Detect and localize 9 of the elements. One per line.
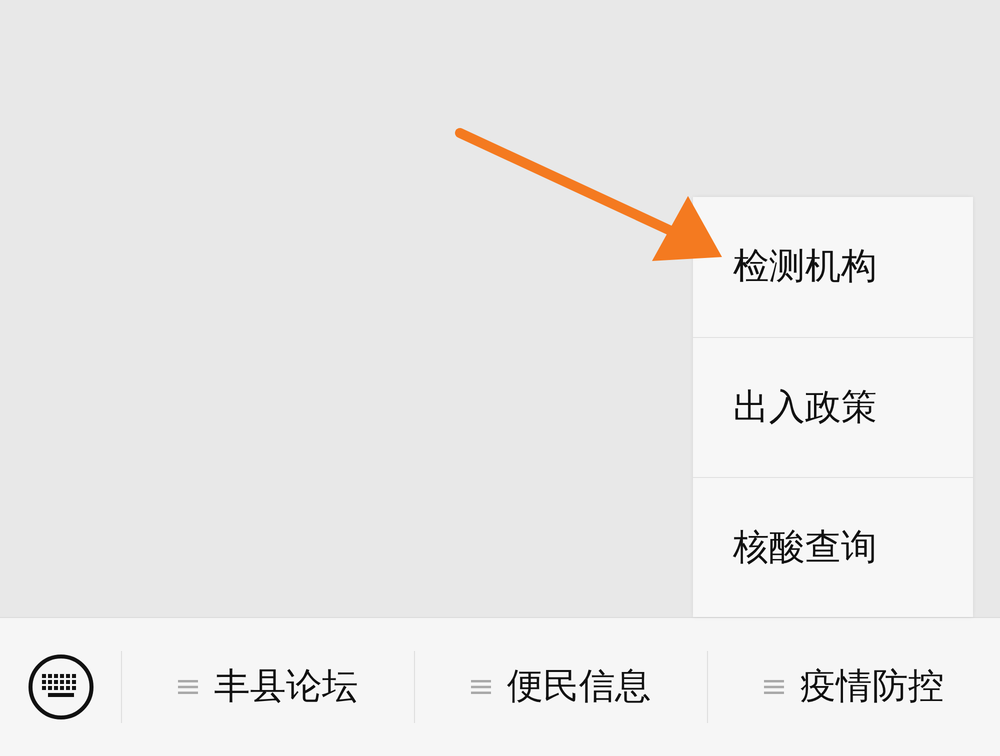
menu-item[interactable]: 出入政策 (693, 337, 973, 477)
menu-item[interactable]: 检测机构 (693, 197, 973, 337)
menu-tab[interactable]: 便民信息 (415, 637, 707, 737)
menu-icon (764, 679, 784, 695)
menu-icon (178, 679, 198, 695)
keyboard-icon[interactable] (28, 654, 94, 720)
menu-tab[interactable]: 疫情防控 (708, 637, 1000, 737)
menu-tab[interactable]: 丰县论坛 (122, 637, 414, 737)
menu-icon (471, 679, 491, 695)
